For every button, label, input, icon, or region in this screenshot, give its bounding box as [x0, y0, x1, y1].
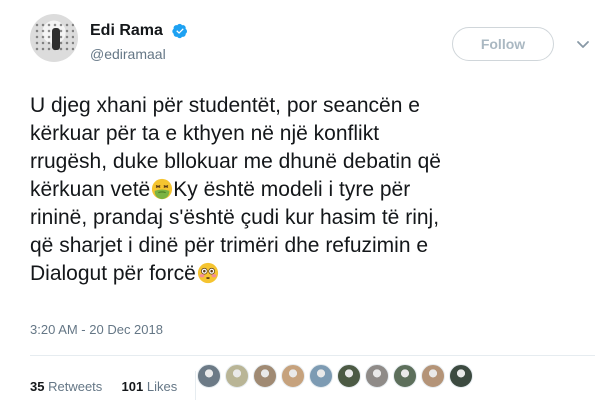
- author-name[interactable]: Edi Rama: [90, 22, 163, 40]
- likers-avatars: [197, 364, 473, 388]
- likes-count: 101: [121, 379, 144, 394]
- chevron-down-icon[interactable]: [576, 38, 590, 52]
- liker-avatar[interactable]: [225, 364, 249, 388]
- retweets-label: Retweets: [48, 379, 103, 394]
- liker-avatar[interactable]: [365, 364, 389, 388]
- tweet-line: rininë, prandaj s'është çudi kur hasim t…: [30, 206, 440, 229]
- tweet-line: rrugësh, duke bllokuar me dhunë debatin …: [30, 150, 441, 173]
- follow-button[interactable]: Follow: [452, 27, 554, 61]
- tweet-line: Ky është modeli i tyre për: [173, 178, 411, 201]
- tweet-line: kërkuan vetë: [30, 178, 151, 201]
- tweet-stats: 35 Retweets 101 Likes: [30, 371, 210, 400]
- tweet-line: Dialogut për forcë: [30, 262, 196, 285]
- retweets-stat[interactable]: 35 Retweets: [30, 379, 102, 394]
- stats-separator: [194, 371, 196, 400]
- nauseated-face-icon: [152, 178, 173, 200]
- tweet-line: U djeg xhani për studentët, por seancën …: [30, 94, 420, 117]
- tweet-line: që sharjet i dinë për trimëri dhe refuzi…: [30, 234, 429, 257]
- author-handle[interactable]: @ediramaal: [90, 46, 166, 62]
- retweets-count: 35: [30, 379, 45, 394]
- likes-label: Likes: [146, 379, 178, 394]
- liker-avatar[interactable]: [421, 364, 445, 388]
- liker-avatar[interactable]: [393, 364, 417, 388]
- tweet-text: U djeg xhani për studentët, por seancën …: [30, 92, 595, 288]
- verified-badge-icon: [172, 23, 187, 39]
- tweet-line: kërkuar për ta e kthyen në një konflikt: [30, 122, 380, 145]
- tweet-card: Edi Rama @ediramaal Follow U djeg xhani …: [0, 0, 613, 400]
- avatar-figure: [52, 28, 60, 50]
- flushed-face-icon: [197, 262, 218, 284]
- liker-avatar[interactable]: [337, 364, 361, 388]
- liker-avatar[interactable]: [253, 364, 277, 388]
- avatar[interactable]: [30, 14, 78, 62]
- divider: [30, 355, 595, 356]
- tweet-timestamp[interactable]: 3:20 AM - 20 Dec 2018: [30, 322, 163, 337]
- liker-avatar[interactable]: [309, 364, 333, 388]
- liker-avatar[interactable]: [197, 364, 221, 388]
- liker-avatar[interactable]: [449, 364, 473, 388]
- likes-stat[interactable]: 101 Likes: [122, 379, 178, 394]
- liker-avatar[interactable]: [281, 364, 305, 388]
